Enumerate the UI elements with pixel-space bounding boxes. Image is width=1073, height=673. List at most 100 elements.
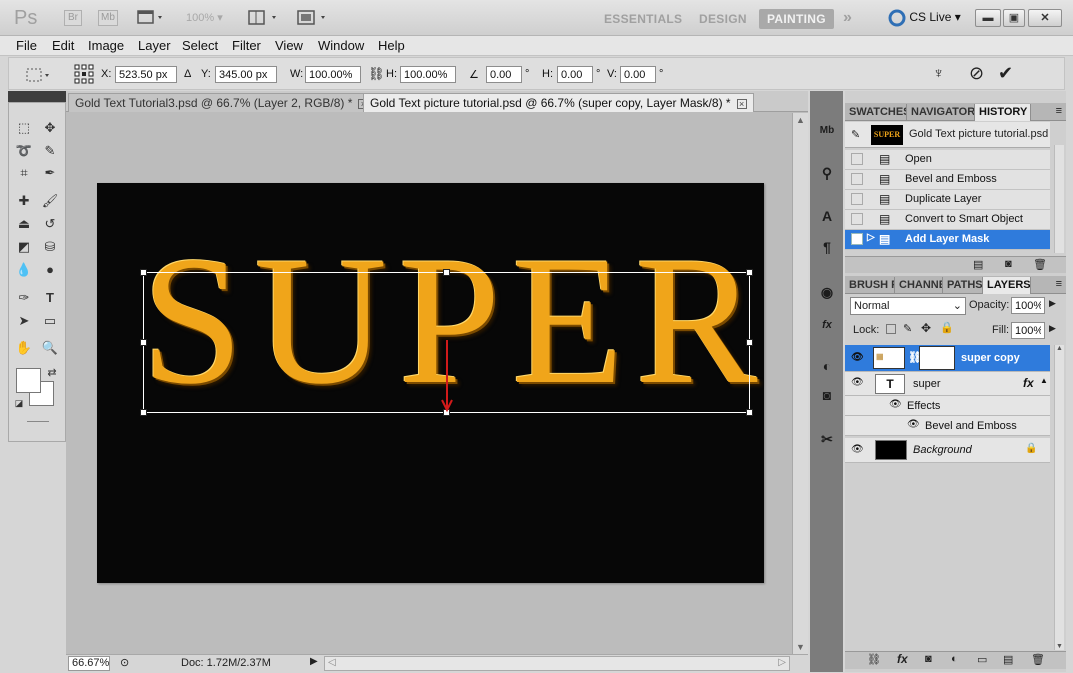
tab-navigator[interactable]: NAVIGATOR bbox=[907, 104, 975, 121]
layer-mask-thumbnail[interactable] bbox=[919, 346, 955, 370]
x-position-field[interactable] bbox=[115, 66, 177, 83]
paragraph-panel-icon[interactable]: ¶ bbox=[817, 237, 837, 257]
history-item-duplicate-layer[interactable]: ▤ Duplicate Layer bbox=[845, 190, 1050, 210]
menu-edit[interactable]: Edit bbox=[52, 38, 74, 53]
screen-mode-dropdown[interactable] bbox=[297, 9, 331, 27]
workspace-essentials[interactable]: ESSENTIALS bbox=[604, 9, 682, 29]
mini-bridge-panel-icon[interactable]: Mb bbox=[817, 121, 837, 141]
brush-presets-icon[interactable]: ⚲ bbox=[817, 163, 837, 183]
lock-all-icon[interactable]: 🔒 bbox=[940, 321, 954, 334]
rotate-field[interactable] bbox=[486, 66, 522, 83]
link-layers-icon[interactable]: ⛓ bbox=[867, 653, 881, 666]
collapse-effects-icon[interactable]: ▲ bbox=[1040, 376, 1048, 385]
workspace-painting[interactable]: PAINTING bbox=[759, 9, 834, 29]
move-tool-icon[interactable]: ✥ bbox=[40, 118, 60, 138]
smart-object-thumbnail[interactable]: ▦ bbox=[873, 347, 905, 369]
foreground-color-swatch[interactable] bbox=[16, 368, 41, 393]
opacity-field[interactable] bbox=[1011, 297, 1045, 314]
layer-effects-group[interactable]: 👁 Effects bbox=[845, 396, 1050, 416]
clone-stamp-tool-icon[interactable]: ⏏ bbox=[14, 214, 34, 234]
panel-menu-icon[interactable]: ≡ bbox=[1056, 278, 1062, 290]
horizontal-scrollbar[interactable]: ◁ ▷ bbox=[324, 656, 790, 671]
opacity-slider-arrow-icon[interactable]: ▶ bbox=[1049, 298, 1056, 309]
tab-layers[interactable]: LAYERS bbox=[983, 277, 1031, 294]
history-item-open[interactable]: ▤ Open bbox=[845, 150, 1050, 170]
transform-handle[interactable] bbox=[140, 339, 147, 346]
scroll-down-icon[interactable]: ▼ bbox=[796, 642, 805, 652]
transform-handle[interactable] bbox=[140, 409, 147, 416]
menu-file[interactable]: File bbox=[16, 38, 37, 53]
zoom-field[interactable]: 66.67% bbox=[68, 656, 110, 671]
commit-transform-icon[interactable]: ✔ bbox=[998, 63, 1013, 84]
cs-live-menu[interactable]: CS Live ▾ bbox=[888, 9, 961, 27]
new-layer-icon[interactable]: ▤ bbox=[1003, 653, 1013, 666]
menu-select[interactable]: Select bbox=[182, 38, 218, 53]
tab-swatches[interactable]: SWATCHES bbox=[845, 104, 907, 121]
effect-visibility-icon[interactable]: 👁 bbox=[907, 419, 920, 430]
effects-visibility-icon[interactable]: 👁 bbox=[889, 399, 902, 410]
transform-handle[interactable] bbox=[140, 269, 147, 276]
history-source-checkbox[interactable] bbox=[851, 233, 863, 245]
document-tab-gold-text-tutorial3[interactable]: Gold Text Tutorial3.psd @ 66.7% (Layer 2… bbox=[68, 93, 376, 112]
delete-layer-icon[interactable]: 🗑 bbox=[1031, 653, 1045, 666]
warp-mode-icon[interactable]: ♆ bbox=[933, 65, 944, 82]
layers-scrollbar[interactable]: ▲ ▼ bbox=[1054, 345, 1064, 650]
layer-visibility-icon[interactable]: 👁 bbox=[851, 444, 864, 455]
tool-preset-picker[interactable] bbox=[25, 66, 53, 87]
height-field[interactable] bbox=[400, 66, 456, 83]
menu-layer[interactable]: Layer bbox=[138, 38, 171, 53]
tool-presets-icon[interactable]: ✂ bbox=[817, 429, 837, 449]
history-source-checkbox[interactable] bbox=[851, 213, 863, 225]
layer-super-copy[interactable]: 👁 ▦ ⛓ super copy bbox=[845, 345, 1050, 372]
restore-button[interactable]: ▣ bbox=[1003, 9, 1025, 27]
color-panel-icon[interactable]: ◉ bbox=[817, 282, 837, 302]
blur-tool-icon[interactable]: 💧 bbox=[14, 260, 34, 280]
mini-bridge-button[interactable]: Mb bbox=[98, 10, 118, 26]
free-transform-bounding-box[interactable] bbox=[140, 269, 753, 416]
history-item-bevel-and-emboss[interactable]: ▤ Bevel and Emboss bbox=[845, 170, 1050, 190]
eraser-tool-icon[interactable]: ◩ bbox=[14, 237, 34, 257]
swap-colors-icon[interactable]: ⇄ bbox=[42, 363, 62, 383]
adjustments-fx-icon[interactable]: fx bbox=[817, 315, 837, 335]
scroll-right-icon[interactable]: ▷ bbox=[778, 657, 786, 668]
transform-handle[interactable] bbox=[746, 409, 753, 416]
default-colors-icon[interactable]: ◪ bbox=[9, 393, 29, 413]
bridge-button[interactable]: Br bbox=[64, 10, 82, 26]
tab-paths[interactable]: PATHS bbox=[943, 277, 983, 294]
fill-field[interactable] bbox=[1011, 322, 1045, 339]
history-scrollbar[interactable] bbox=[1054, 145, 1064, 253]
add-layer-style-icon[interactable]: fx bbox=[897, 652, 908, 666]
fill-slider-arrow-icon[interactable]: ▶ bbox=[1049, 323, 1056, 334]
history-source-checkbox[interactable] bbox=[851, 173, 863, 185]
menu-image[interactable]: Image bbox=[88, 38, 124, 53]
transform-handle[interactable] bbox=[746, 339, 753, 346]
view-extras-dropdown[interactable] bbox=[137, 9, 167, 27]
create-snapshot-icon[interactable]: ◙ bbox=[1005, 258, 1012, 270]
layer-visibility-icon[interactable]: 👁 bbox=[851, 377, 864, 388]
rectangle-tool-icon[interactable]: ▭ bbox=[40, 311, 60, 331]
document-canvas[interactable]: SUPER bbox=[97, 183, 764, 583]
lock-position-icon[interactable]: ✥ bbox=[921, 321, 931, 335]
new-document-from-state-icon[interactable]: ▤ bbox=[973, 258, 983, 271]
lock-transparency-icon[interactable] bbox=[886, 324, 896, 334]
paint-bucket-tool-icon[interactable]: ⛁ bbox=[40, 237, 60, 257]
menu-window[interactable]: Window bbox=[318, 38, 364, 53]
dodge-tool-icon[interactable]: ● bbox=[40, 260, 60, 280]
tab-history[interactable]: HISTORY bbox=[975, 104, 1031, 121]
cancel-transform-icon[interactable]: ⊘ bbox=[969, 63, 984, 84]
history-item-convert-to-smart-object[interactable]: ▤ Convert to Smart Object bbox=[845, 210, 1050, 230]
layer-background[interactable]: 👁 Background 🔒 bbox=[845, 438, 1050, 463]
scroll-down-icon[interactable]: ▼ bbox=[1056, 643, 1063, 650]
tab-channels[interactable]: CHANNE bbox=[895, 277, 943, 294]
hand-tool-icon[interactable]: ✋ bbox=[14, 338, 34, 358]
history-snapshot[interactable]: ✎ SUPER Gold Text picture tutorial.psd bbox=[845, 122, 1050, 148]
zoom-level-dropdown[interactable]: 100% ▾ bbox=[186, 11, 231, 29]
eyedropper-tool-icon[interactable]: ✒ bbox=[40, 163, 60, 183]
workspace-design[interactable]: DESIGN bbox=[699, 9, 747, 29]
scroll-up-icon[interactable]: ▲ bbox=[796, 115, 805, 125]
reference-point-locator[interactable] bbox=[73, 63, 95, 88]
history-source-checkbox[interactable] bbox=[851, 153, 863, 165]
new-adjustment-layer-icon[interactable]: ◐ bbox=[951, 653, 958, 665]
new-group-icon[interactable]: ▭ bbox=[977, 653, 987, 666]
toolbox-header[interactable] bbox=[8, 91, 66, 102]
